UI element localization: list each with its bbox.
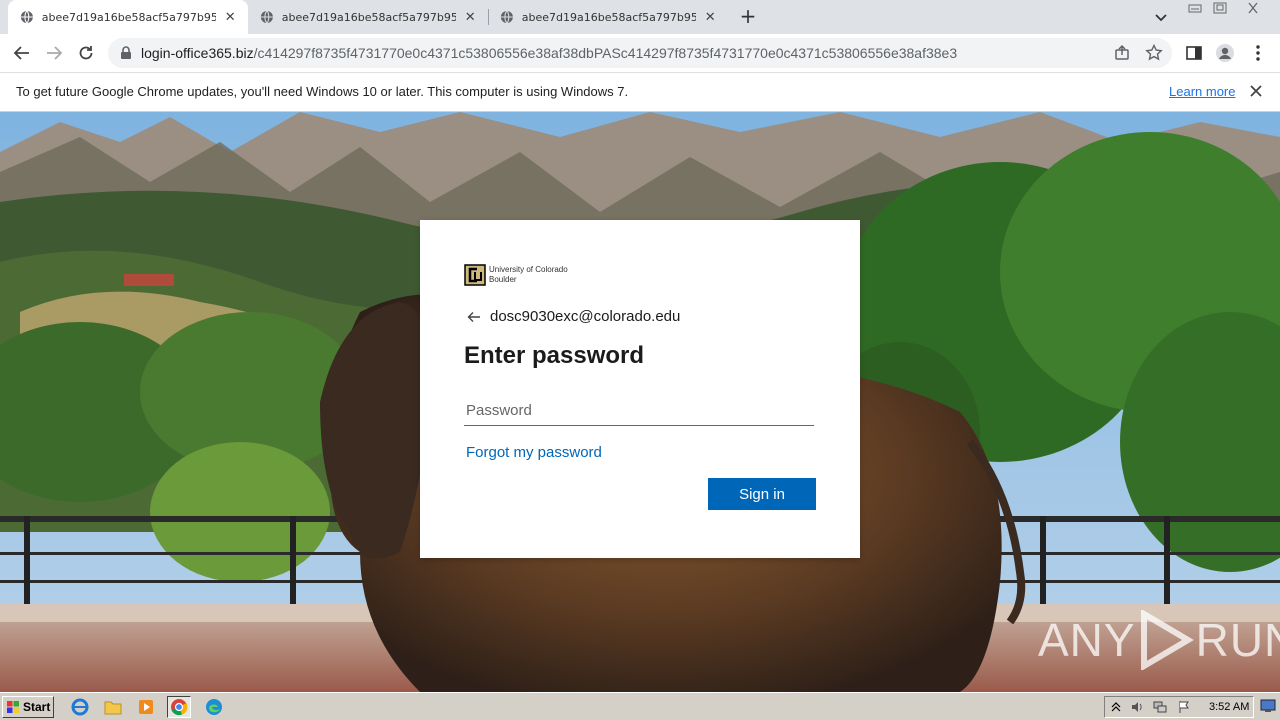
browser-toolbar: login-office365.biz/c414297f8735f4731770… <box>0 34 1280 72</box>
new-tab-button[interactable]: + <box>737 5 759 27</box>
identity-email: dosc9030exc@colorado.edu <box>490 308 681 325</box>
chevron-down-icon[interactable] <box>1152 8 1170 26</box>
watermark-text-right: RUN <box>1195 614 1280 666</box>
taskbar-chrome[interactable] <box>167 696 191 718</box>
org-logo: University of Colorado Boulder <box>464 264 568 286</box>
minimize-button[interactable] <box>1186 2 1204 16</box>
watermark-text-left: ANY <box>1038 614 1136 666</box>
arrow-right-icon <box>47 46 63 60</box>
address-bar[interactable]: login-office365.biz/c414297f8735f4731770… <box>108 38 1172 68</box>
profile-avatar-icon[interactable] <box>1215 43 1235 63</box>
tab-3[interactable]: abee7d19a16be58acf5a797b95e34c ✕ <box>488 0 728 34</box>
url-host: login-office365.biz <box>141 45 254 61</box>
show-desktop-icon[interactable] <box>1260 699 1276 713</box>
more-menu-icon[interactable] <box>1248 43 1268 63</box>
arrow-left-icon <box>13 46 29 60</box>
media-player-icon <box>139 700 153 714</box>
close-tab-icon[interactable]: ✕ <box>222 10 238 25</box>
share-icon[interactable] <box>1113 44 1131 62</box>
play-triangle-icon <box>1140 610 1194 670</box>
close-tab-icon[interactable]: ✕ <box>702 10 718 25</box>
org-name-line1: University of Colorado <box>489 265 568 274</box>
watermark: ANY RUN <box>1038 610 1280 670</box>
taskbar-media-player[interactable] <box>134 696 158 718</box>
system-tray: 3:52 AM <box>1104 696 1254 718</box>
tab-2[interactable]: abee7d19a16be58acf5a797b95e34c ✕ <box>248 0 488 34</box>
forgot-password-link[interactable]: Forgot my password <box>466 444 602 461</box>
restore-button[interactable] <box>1211 2 1229 16</box>
login-card: University of Colorado Boulder dosc9030e… <box>420 220 860 558</box>
globe-icon <box>500 10 513 24</box>
sign-in-button[interactable]: Sign in <box>708 478 816 510</box>
network-icon[interactable] <box>1153 700 1167 714</box>
close-icon[interactable] <box>1248 83 1264 99</box>
url-text[interactable]: login-office365.biz/c414297f8735f4731770… <box>141 45 957 61</box>
url-path: /c414297f8735f4731770e0c4371c53806556e38… <box>253 45 958 61</box>
start-button[interactable]: Start <box>2 696 54 718</box>
tab-title: abee7d19a16be58acf5a797b95e34c <box>521 10 697 24</box>
forward-button[interactable] <box>42 41 66 65</box>
tab-strip: abee7d19a16be58acf5a797b95e34c ✕ abee7d1… <box>0 0 1280 34</box>
internet-explorer-icon <box>71 698 89 716</box>
back-arrow-icon[interactable] <box>466 309 482 325</box>
taskbar-explorer[interactable] <box>101 696 125 718</box>
page-title: Enter password <box>464 342 645 369</box>
org-name-line2: Boulder <box>489 275 517 284</box>
side-panel-icon[interactable] <box>1184 43 1204 63</box>
flag-icon[interactable] <box>1177 700 1191 714</box>
start-label: Start <box>23 700 51 714</box>
taskbar: Start 3:52 AM <box>0 692 1280 720</box>
close-tab-icon[interactable]: ✕ <box>462 10 478 25</box>
reload-icon <box>79 46 93 60</box>
edge-icon <box>206 699 222 715</box>
folder-icon <box>104 701 122 715</box>
update-infobar: To get future Google Chrome updates, you… <box>0 72 1280 112</box>
tab-1[interactable]: abee7d19a16be58acf5a797b95e34c ✕ <box>8 0 248 34</box>
chrome-icon <box>171 699 188 716</box>
chevron-up-icon[interactable] <box>1109 700 1123 714</box>
globe-icon <box>20 10 33 24</box>
tab-title: abee7d19a16be58acf5a797b95e34c <box>281 10 457 24</box>
identity-banner[interactable]: dosc9030exc@colorado.edu <box>466 308 680 325</box>
globe-icon <box>260 10 273 24</box>
reload-button[interactable] <box>74 41 98 65</box>
cu-logo-icon <box>464 264 486 286</box>
taskbar-ie[interactable] <box>68 696 92 718</box>
bookmark-star-icon[interactable] <box>1145 44 1163 62</box>
lock-icon[interactable] <box>120 46 132 60</box>
close-window-button[interactable] <box>1244 2 1262 16</box>
tab-title: abee7d19a16be58acf5a797b95e34c <box>41 10 217 24</box>
taskbar-edge[interactable] <box>202 696 226 718</box>
infobar-message: To get future Google Chrome updates, you… <box>16 84 629 99</box>
page-content: University of Colorado Boulder dosc9030e… <box>0 112 1280 692</box>
password-input[interactable] <box>464 396 814 426</box>
windows-logo-icon <box>7 701 19 713</box>
clock[interactable]: 3:52 AM <box>1209 701 1249 713</box>
back-button[interactable] <box>10 41 34 65</box>
learn-more-link[interactable]: Learn more <box>1169 84 1235 99</box>
volume-icon[interactable] <box>1130 700 1144 714</box>
